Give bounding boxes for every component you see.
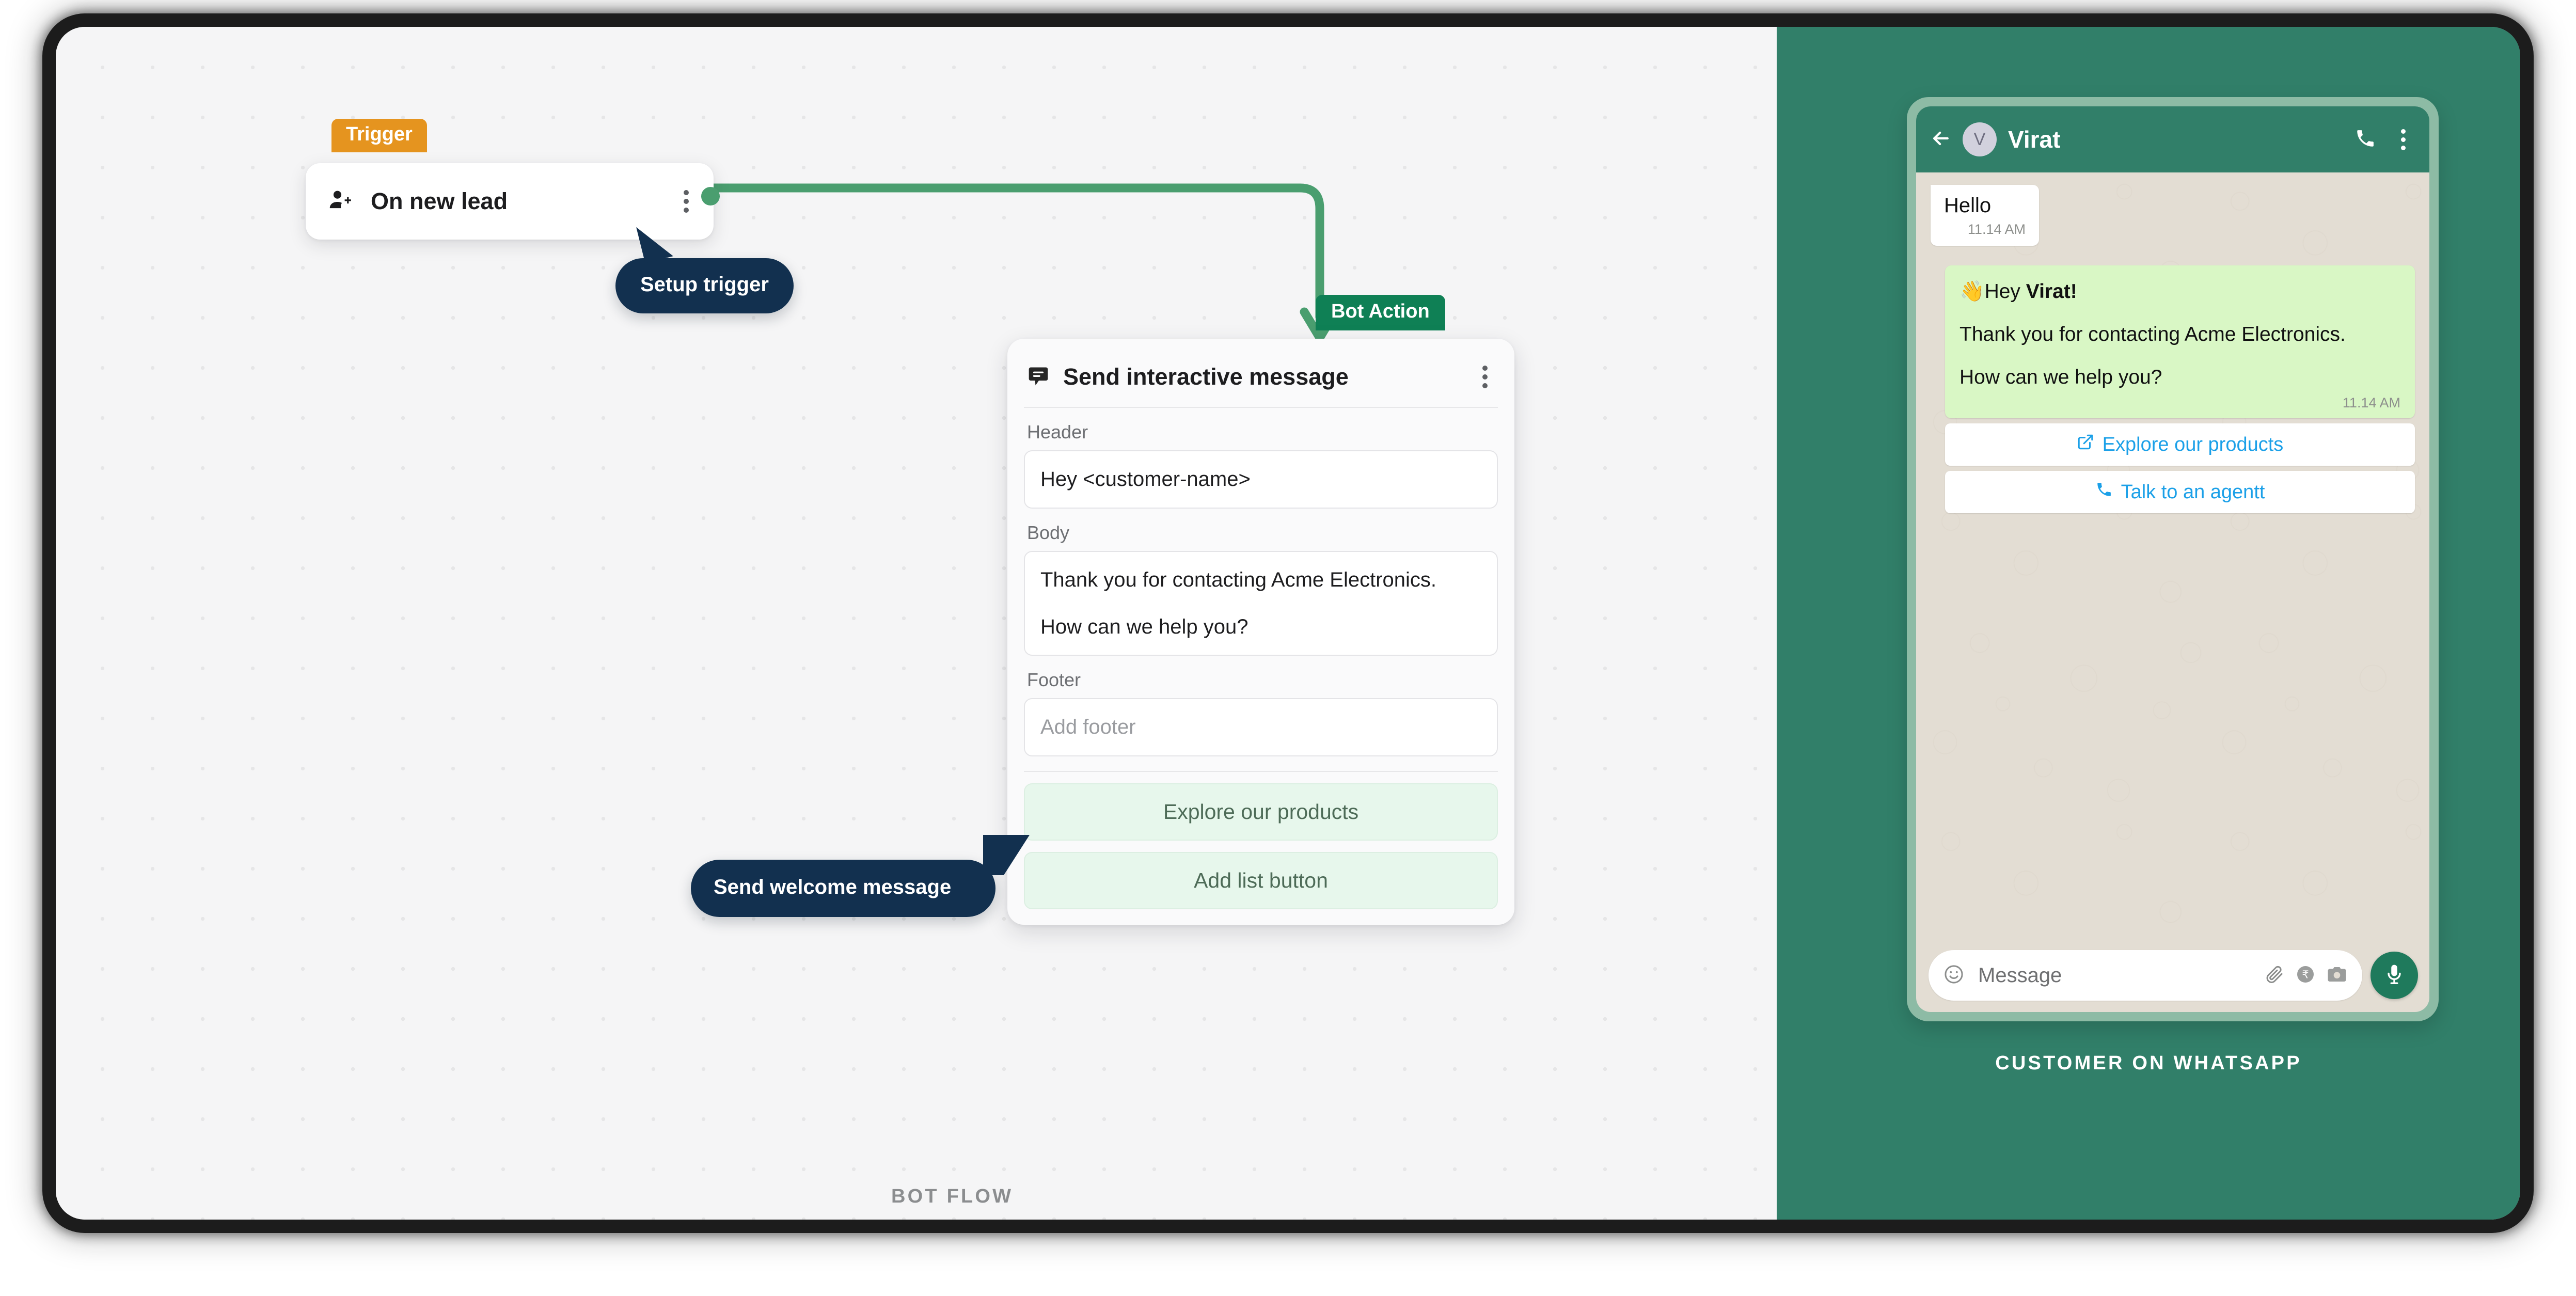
- app-frame: Trigger On new lead Setup trigger Bot Ac…: [56, 27, 2520, 1220]
- whatsapp-caption: CUSTOMER ON WHATSAPP: [1995, 1052, 2302, 1074]
- body-field-input[interactable]: Thank you for contacting Acme Electronic…: [1024, 550, 1498, 656]
- add-list-button[interactable]: Add list button: [1024, 852, 1498, 910]
- rupee-coin-icon[interactable]: ₹: [2295, 964, 2316, 987]
- chat-message-list: Hello 11.14 AM 👋Hey Virat! Thank you for…: [1916, 172, 2429, 942]
- message-input[interactable]: Message: [1978, 964, 2254, 987]
- header-field-input[interactable]: Hey <customer-name>: [1024, 450, 1498, 509]
- outgoing-message-time: 11.14 AM: [2342, 395, 2400, 411]
- tooltip-send-welcome-message: Send welcome message: [691, 835, 1030, 918]
- paperclip-icon[interactable]: [2264, 964, 2285, 987]
- bot-flow-caption: BOT FLOW: [891, 1186, 1014, 1207]
- bot-flow-canvas[interactable]: Trigger On new lead Setup trigger Bot Ac…: [56, 27, 1777, 1220]
- chat-bubble-icon: [1027, 365, 1050, 390]
- outgoing-message-bubble: 👋Hey Virat! Thank you for contacting Acm…: [1945, 265, 2415, 419]
- cta-talk-to-agent-label: Talk to an agentt: [2121, 481, 2265, 503]
- microphone-icon: [2382, 962, 2406, 989]
- external-link-icon: [2077, 433, 2094, 456]
- bot-action-card-header: Send interactive message: [1024, 351, 1498, 408]
- body-line-2: How can we help you?: [1040, 615, 1249, 638]
- greeting-name: Virat!: [2026, 280, 2077, 303]
- message-input-wrapper[interactable]: Message ₹: [1929, 950, 2362, 1001]
- phone-icon: [2095, 481, 2113, 503]
- footer-field-input[interactable]: Add footer: [1024, 698, 1498, 757]
- cta-talk-to-agent[interactable]: Talk to an agentt: [1945, 471, 2415, 514]
- add-person-icon: [327, 187, 354, 216]
- trigger-output-port[interactable]: [701, 187, 720, 206]
- body-line-1: Thank you for contacting Acme Electronic…: [1040, 568, 1437, 591]
- card-divider: [1024, 771, 1498, 772]
- incoming-message-time: 11.14 AM: [1967, 222, 2026, 237]
- outgoing-line-2: How can we help you?: [1959, 366, 2162, 389]
- flow-connector: [707, 183, 1340, 342]
- bot-action-title: Send interactive message: [1063, 363, 1349, 390]
- back-arrow-icon[interactable]: [1930, 127, 1952, 152]
- svg-text:₹: ₹: [2302, 968, 2309, 981]
- trigger-kebab-menu-icon[interactable]: [676, 187, 696, 216]
- tooltip-setup-trigger: Setup trigger: [615, 220, 794, 314]
- contact-name: Virat: [2008, 126, 2061, 153]
- footer-field-label: Footer: [1027, 669, 1081, 691]
- bot-action-kebab-menu-icon[interactable]: [1475, 362, 1495, 391]
- header-field-label: Header: [1027, 421, 1088, 442]
- message-composer: Message ₹: [1916, 942, 2429, 1012]
- body-field-label: Body: [1027, 521, 1070, 543]
- outgoing-line-1: Thank you for contacting Acme Electronic…: [1959, 323, 2346, 346]
- cta-explore-products-label: Explore our products: [2102, 433, 2284, 455]
- trigger-badge: Trigger: [331, 119, 427, 152]
- chat-kebab-menu-icon[interactable]: [2394, 126, 2413, 153]
- smiley-icon[interactable]: [1943, 963, 1965, 988]
- cta-explore-products[interactable]: Explore our products: [1945, 423, 2415, 466]
- whatsapp-chat-header: V Virat: [1916, 106, 2429, 172]
- wave-emoji: 👋: [1959, 280, 1985, 303]
- greeting-prefix: Hey: [1984, 280, 2026, 303]
- incoming-message-bubble: Hello 11.14 AM: [1931, 185, 2039, 246]
- avatar: V: [1963, 122, 1997, 156]
- phone-screen: V Virat Hello 11.14 AM 👋Hey Virat! Thank…: [1916, 106, 2429, 1012]
- microphone-button[interactable]: [2370, 952, 2418, 999]
- tooltip-send-welcome-label: Send welcome message: [714, 876, 952, 898]
- trigger-title: On new lead: [371, 188, 508, 214]
- tooltip-tail: [983, 835, 1030, 875]
- phone-mockup: V Virat Hello 11.14 AM 👋Hey Virat! Thank…: [1907, 97, 2439, 1021]
- incoming-message-text: Hello: [1944, 194, 1992, 217]
- bot-action-badge: Bot Action: [1316, 295, 1445, 330]
- tooltip-setup-trigger-label: Setup trigger: [640, 273, 769, 296]
- phone-icon[interactable]: [2354, 128, 2376, 152]
- bot-action-card[interactable]: Send interactive message Header Hey <cus…: [1007, 339, 1514, 925]
- explore-products-button[interactable]: Explore our products: [1024, 783, 1498, 841]
- whatsapp-preview-pane: V Virat Hello 11.14 AM 👋Hey Virat! Thank…: [1777, 27, 2520, 1220]
- camera-icon[interactable]: [2326, 963, 2348, 988]
- outgoing-greeting-line: 👋Hey Virat!: [1959, 278, 2400, 305]
